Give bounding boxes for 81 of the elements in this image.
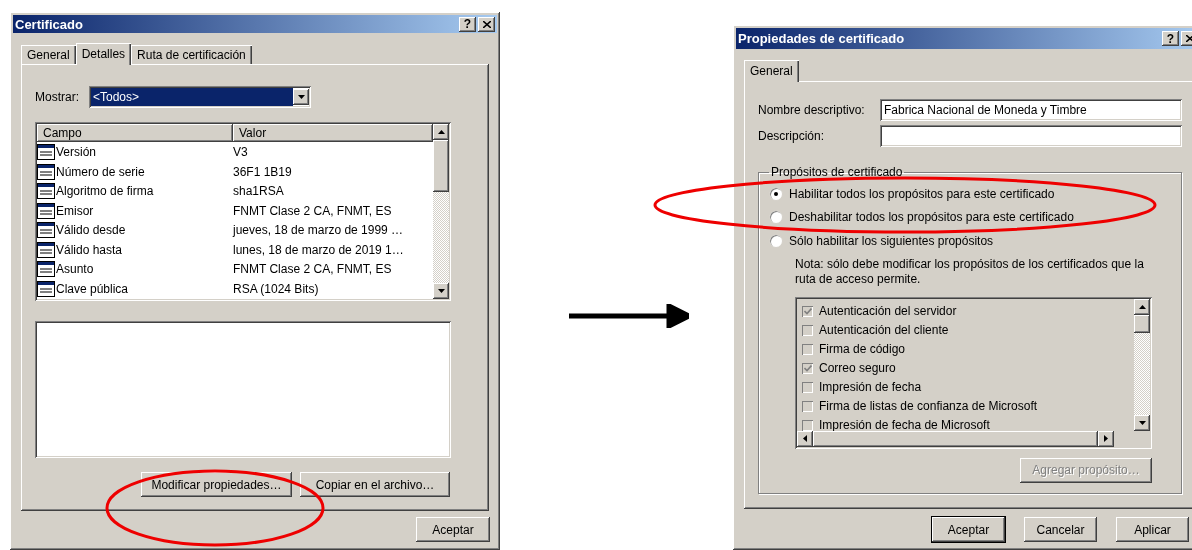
close-icon xyxy=(482,20,491,28)
checkbox[interactable] xyxy=(801,399,814,413)
dialog-button[interactable]: Aplicar xyxy=(1116,517,1189,542)
purpose-item[interactable]: Impresión de fecha xyxy=(801,377,1134,397)
group-legend: Propósitos de certificado xyxy=(769,165,905,179)
scroll-down-icon xyxy=(437,289,445,294)
checkbox[interactable] xyxy=(801,418,814,431)
purpose-item[interactable]: Correo seguro xyxy=(801,358,1134,378)
checkbox[interactable] xyxy=(801,361,814,375)
dialog-button[interactable]: Cancelar xyxy=(1024,517,1097,542)
accept-button[interactable]: Aceptar xyxy=(416,517,490,543)
purpose-item[interactable]: Firma de código xyxy=(801,339,1134,359)
arrow-button[interactable] xyxy=(1134,298,1150,315)
window-title: Certificado xyxy=(15,16,83,32)
table-cell-text: V3 xyxy=(233,145,249,160)
window-title: Propiedades de certificado xyxy=(738,31,905,46)
table-cell-text: jueves, 18 de marzo de 1999 … xyxy=(233,223,405,238)
radio-button[interactable] xyxy=(769,186,783,201)
text-field[interactable] xyxy=(880,125,1182,147)
close-icon xyxy=(1185,35,1192,42)
tab[interactable]: Detalles xyxy=(75,43,132,66)
scroll-up-icon xyxy=(437,130,445,135)
scroll-thumb[interactable] xyxy=(433,140,449,193)
scroll-down-icon xyxy=(1138,420,1146,425)
action-button[interactable]: Modificar propiedades… xyxy=(141,472,292,498)
radio-option[interactable]: Deshabilitar todos los propósitos para este certificado xyxy=(769,205,1171,229)
tab[interactable]: General xyxy=(744,60,799,82)
table-cell: Válido desde xyxy=(37,222,233,239)
check-icon xyxy=(803,364,812,372)
table-cell-text: sha1RSA xyxy=(233,184,285,199)
table-cell: Versión xyxy=(37,144,233,161)
radio-button[interactable] xyxy=(769,210,783,225)
scroll-left-icon xyxy=(803,435,807,442)
table-cell-text: 36F1 1B19 xyxy=(233,164,293,179)
field-label: Descripción: xyxy=(758,129,825,143)
show-dropdown[interactable]: <Todos> xyxy=(89,86,311,109)
help-button[interactable]: ? xyxy=(459,16,476,32)
table-cell: Clave pública xyxy=(37,280,233,297)
tab[interactable]: Ruta de certificación xyxy=(131,45,252,65)
table-cell: Emisor xyxy=(37,202,233,219)
table-cell: Algoritmo de firma xyxy=(37,183,233,200)
scrollbar[interactable] xyxy=(433,124,449,300)
field-label: Nombre descriptivo: xyxy=(758,103,865,117)
help-button[interactable]: ? xyxy=(1162,31,1179,46)
text-field[interactable]: Fabrica Nacional de Moneda y Timbre xyxy=(880,99,1182,121)
checkbox[interactable] xyxy=(801,380,814,394)
arrow-button[interactable] xyxy=(293,89,309,106)
table-cell: Válido hasta xyxy=(37,241,233,258)
purpose-item[interactable]: Firma de listas de confianza de Microsoft xyxy=(801,396,1134,416)
column-header[interactable]: Valor xyxy=(233,124,433,143)
table-cell: Número de serie xyxy=(37,163,233,180)
table-cell-text: lunes, 18 de marzo de 2019 1… xyxy=(233,242,405,257)
tab[interactable]: General xyxy=(21,45,76,65)
note-text: Nota: sólo debe modificar los propósitos de los certificados que la ruta de acceso permite. xyxy=(795,256,1145,287)
arrow-button[interactable] xyxy=(433,283,449,300)
radio-option[interactable]: Habilitar todos los propósitos para este certificado xyxy=(769,182,1171,206)
table-cell-text: FNMT Clase 2 CA, FNMT, ES xyxy=(233,203,393,218)
dialog-button[interactable]: Aceptar xyxy=(932,517,1005,542)
check-icon xyxy=(803,307,812,315)
table-cell: Asunto xyxy=(37,261,233,278)
purpose-item[interactable]: Autenticación del servidor xyxy=(801,301,1134,321)
arrow-button[interactable] xyxy=(1098,430,1114,447)
radio-button[interactable] xyxy=(769,233,783,248)
arrow-button[interactable] xyxy=(433,124,449,141)
checkbox[interactable] xyxy=(801,304,814,318)
checkbox[interactable] xyxy=(801,342,814,356)
close-button[interactable] xyxy=(478,16,495,32)
show-label: Mostrar: xyxy=(35,90,79,105)
scrollbar[interactable] xyxy=(1134,298,1150,431)
table-cell-text: RSA (1024 Bits) xyxy=(233,281,320,296)
column-header[interactable]: Campo xyxy=(37,124,233,143)
dropdown-arrow-icon xyxy=(297,95,305,100)
action-button[interactable]: Copiar en el archivo… xyxy=(300,472,450,498)
checkbox[interactable] xyxy=(801,323,814,337)
arrow-button[interactable] xyxy=(797,430,813,447)
arrow-button[interactable] xyxy=(1134,414,1150,431)
table-cell-text: FNMT Clase 2 CA, FNMT, ES xyxy=(233,262,393,277)
radio-option[interactable]: Sólo habilitar los siguientes propósitos xyxy=(769,229,1171,253)
scroll-up-icon xyxy=(1138,304,1146,309)
purpose-item[interactable]: Autenticación del cliente xyxy=(801,320,1134,340)
scroll-right-icon xyxy=(1104,435,1108,442)
